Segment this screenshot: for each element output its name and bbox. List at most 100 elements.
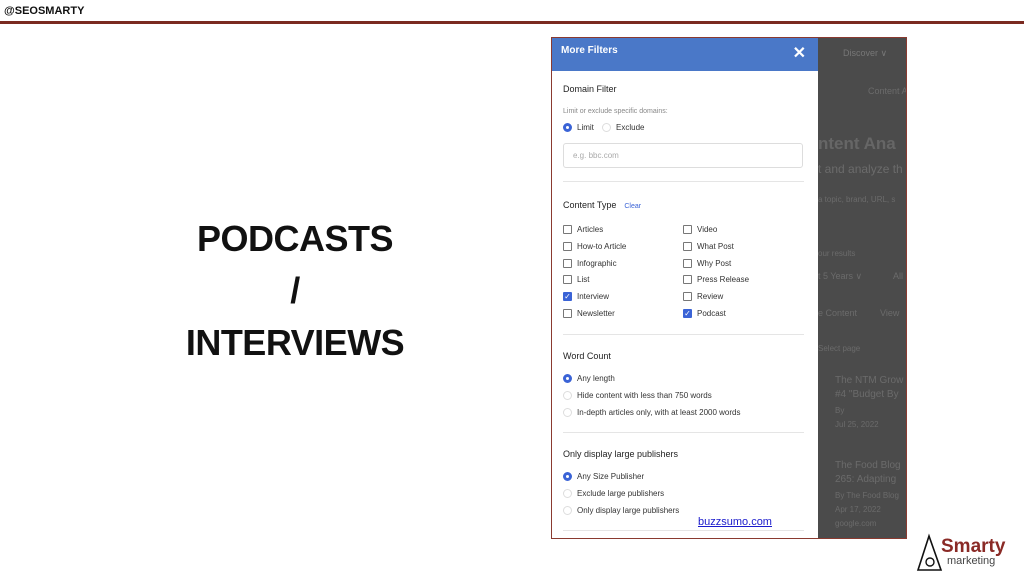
divider — [563, 530, 804, 531]
radio-limit[interactable]: Limit — [563, 123, 594, 132]
checkbox-press-release[interactable]: Press Release — [683, 275, 750, 285]
radio-icon — [563, 505, 572, 515]
checkbox-icon — [563, 225, 572, 234]
checkbox-why-post[interactable]: Why Post — [683, 258, 732, 268]
clear-link[interactable]: Clear — [624, 203, 641, 210]
word-count-title: Word Count — [563, 351, 611, 361]
result-title: The NTM Grow — [835, 375, 904, 386]
select-page: Select page — [818, 344, 861, 353]
tab-content: Content A — [868, 86, 907, 96]
radio-option[interactable]: Exclude large publishers — [563, 488, 665, 498]
checkbox-video[interactable]: Video — [683, 225, 717, 234]
option-label: Newsletter — [577, 309, 615, 318]
radio-option[interactable]: Any length — [563, 374, 615, 383]
radio-option[interactable]: Hide content with less than 750 words — [563, 390, 712, 400]
option-label: Press Release — [697, 275, 750, 285]
radio-option[interactable]: In-depth articles only, with at least 20… — [563, 407, 741, 417]
checkbox-icon — [683, 292, 692, 302]
option-label: Infographic — [577, 258, 617, 268]
radio-icon — [563, 374, 572, 383]
nav-discover: Discover ∨ — [843, 48, 888, 58]
content-type-title: Content Type Clear — [563, 200, 641, 210]
result-title: 265: Adapting — [835, 474, 897, 485]
option-label: Exclude large publishers — [577, 488, 665, 498]
option-label: Review — [697, 292, 724, 302]
radio-icon — [563, 472, 572, 481]
radio-option[interactable]: Any Size Publisher — [563, 472, 644, 481]
modal-title: More Filters — [561, 45, 618, 56]
radio-icon — [602, 123, 611, 132]
checkbox-infographic[interactable]: Infographic — [563, 258, 617, 268]
checkbox-icon: ✓ — [683, 309, 692, 318]
subheading: t and analyze th — [818, 162, 903, 176]
checkbox-icon — [683, 258, 692, 268]
tab-content2: e Content — [818, 308, 858, 318]
slide-handle: @SEOSMARTY — [4, 5, 85, 17]
option-label: Articles — [577, 225, 604, 234]
checkbox-icon — [563, 275, 572, 285]
search-hint: a topic, brand, URL, s — [818, 195, 896, 204]
checkbox-icon — [683, 225, 692, 234]
checkbox-interview[interactable]: ✓ Interview — [563, 292, 610, 302]
results-label: our results — [818, 249, 856, 258]
result-domain: google.com — [835, 519, 877, 528]
result-title: The Food Blog — [835, 460, 901, 471]
date-filter: t 5 Years ∨ — [818, 271, 863, 281]
checkbox-review[interactable]: Review — [683, 292, 724, 302]
domain-input[interactable]: e.g. bbc.com — [563, 143, 803, 168]
divider — [563, 181, 804, 182]
option-label: What Post — [697, 241, 734, 251]
checkbox-icon — [563, 241, 572, 251]
divider — [563, 432, 804, 433]
checkbox-how-to-article[interactable]: How-to Article — [563, 241, 627, 251]
domain-filter-hint: Limit or exclude specific domains: — [563, 108, 668, 115]
result-author: By The Food Blog — [835, 491, 899, 500]
option-label: In-depth articles only, with at least 20… — [577, 407, 741, 417]
result-date: Apr 17, 2022 — [835, 505, 881, 514]
option-label: Only display large publishers — [577, 505, 680, 515]
option-label: List — [577, 275, 590, 285]
tab-view: View — [880, 308, 900, 318]
publishers-title: Only display large publishers — [563, 449, 679, 459]
svg-text:marketing: marketing — [947, 555, 995, 567]
smarty-marketing-logo: Smarty marketing — [915, 532, 1020, 579]
all-filter: All — [893, 271, 904, 281]
background-app: Discover ∨ Content A ntent Ana t and ana… — [818, 38, 907, 538]
checkbox-what-post[interactable]: What Post — [683, 241, 734, 251]
radio-exclude[interactable]: Exclude — [602, 123, 644, 132]
checkbox-icon: ✓ — [563, 292, 572, 302]
checkbox-icon — [563, 258, 572, 268]
option-label: Hide content with less than 750 words — [577, 390, 712, 400]
radio-icon — [563, 407, 572, 417]
checkbox-icon — [683, 241, 692, 251]
slide-title-line: INTERVIEWS — [185, 322, 405, 363]
checkbox-icon — [563, 309, 572, 318]
more-filters-modal: More Filters ✕ Domain Filter Limit or ex… — [552, 38, 818, 538]
checkbox-list[interactable]: List — [563, 275, 590, 285]
source-link[interactable]: buzzsumo.com — [698, 516, 772, 528]
checkbox-icon — [683, 275, 692, 285]
result-title: #4 "Budget By — [835, 389, 899, 400]
checkbox-articles[interactable]: Articles — [563, 225, 603, 234]
heading: ntent Ana — [818, 134, 896, 153]
divider — [0, 21, 1024, 24]
close-icon[interactable]: ✕ — [793, 43, 806, 63]
option-label: Video — [697, 225, 718, 234]
option-label: Interview — [577, 292, 610, 302]
radio-option[interactable]: Only display large publishers — [563, 505, 680, 515]
checkbox-newsletter[interactable]: Newsletter — [563, 309, 615, 318]
option-label: Any length — [577, 374, 615, 383]
slide-title-line: PODCASTS — [196, 218, 394, 259]
screenshot: Discover ∨ Content A ntent Ana t and ana… — [551, 37, 907, 539]
checkbox-podcast[interactable]: ✓ Podcast — [683, 309, 726, 318]
radio-icon — [563, 390, 572, 400]
option-label: Exclude — [616, 123, 645, 132]
radio-icon — [563, 488, 572, 498]
result-date: Jul 25, 2022 — [835, 420, 879, 429]
section-title: Content Type — [563, 200, 617, 210]
option-label: Podcast — [697, 309, 726, 318]
svg-text:Smarty: Smarty — [941, 536, 1006, 557]
option-label: How-to Article — [577, 241, 627, 251]
option-label: Any Size Publisher — [577, 472, 645, 481]
option-label: Why Post — [697, 258, 732, 268]
